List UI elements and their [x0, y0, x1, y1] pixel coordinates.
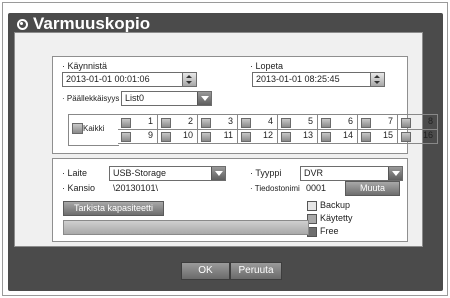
start-time-spinner[interactable] — [182, 73, 196, 86]
all-label: Kaikki — [83, 124, 105, 133]
end-time-value: 2013-01-01 08:25:45 — [256, 74, 340, 84]
channel-cell[interactable]: 16 — [398, 129, 438, 144]
channel-checkbox[interactable] — [361, 118, 371, 128]
channel-label: 9 — [147, 130, 153, 140]
channel-cell[interactable]: 3 — [198, 114, 238, 130]
channel-checkbox[interactable] — [201, 118, 211, 128]
channel-label: 5 — [307, 116, 313, 126]
channel-label: 16 — [422, 130, 433, 140]
channel-checkbox[interactable] — [161, 118, 171, 128]
channel-cell[interactable]: 9 — [118, 129, 158, 144]
type-label: · Tyyppi — [250, 168, 282, 178]
channel-label: 2 — [187, 116, 193, 126]
channel-label: 4 — [267, 116, 273, 126]
channel-cell[interactable]: 5 — [278, 114, 318, 130]
channel-cell[interactable]: 15 — [358, 129, 398, 144]
filename-label: · Tiedostonimi — [250, 184, 300, 193]
channel-label: 13 — [302, 130, 313, 140]
start-time-value: 2013-01-01 00:01:06 — [66, 74, 150, 84]
device-dropdown-arrow[interactable] — [211, 167, 225, 180]
backup-icon — [16, 18, 28, 30]
type-select[interactable]: DVR — [300, 166, 403, 181]
dialog-title: Varmuuskopio — [16, 14, 150, 34]
type-dropdown-arrow[interactable] — [388, 167, 402, 180]
channel-cell[interactable]: 13 — [278, 129, 318, 144]
channel-label: 14 — [342, 130, 353, 140]
channel-checkbox[interactable] — [121, 118, 131, 128]
start-label: · Käynnistä — [62, 61, 108, 71]
used-legend-label: Käytetty — [320, 213, 353, 223]
channel-cell[interactable]: 2 — [158, 114, 198, 130]
channel-label: 3 — [227, 116, 233, 126]
channel-label: 7 — [387, 116, 393, 126]
folder-value: \20130101\ — [113, 183, 159, 193]
overlap-label: · Päällekkäisyys — [62, 94, 120, 103]
channel-checkbox[interactable] — [281, 118, 291, 128]
free-legend-label: Free — [320, 226, 339, 236]
channel-checkbox[interactable] — [321, 118, 331, 128]
channel-cell[interactable]: 11 — [198, 129, 238, 144]
channel-checkbox[interactable] — [401, 132, 411, 142]
dialog-title-text: Varmuuskopio — [33, 14, 151, 33]
overlap-value: List0 — [125, 93, 145, 103]
channel-checkbox[interactable] — [281, 132, 291, 142]
channel-cell[interactable]: 7 — [358, 114, 398, 130]
channel-label: 15 — [382, 130, 393, 140]
channel-checkbox[interactable] — [401, 118, 411, 128]
device-label: · Laite — [62, 168, 88, 178]
channel-cell[interactable]: 10 — [158, 129, 198, 144]
channel-label: 1 — [147, 116, 153, 126]
end-time-field[interactable]: 2013-01-01 08:25:45 — [252, 72, 385, 87]
type-value: DVR — [304, 168, 324, 178]
overlap-dropdown-arrow[interactable] — [197, 92, 211, 105]
channel-label: 10 — [182, 130, 193, 140]
folder-label: · Kansio — [62, 183, 96, 193]
overlap-select[interactable]: List0 — [121, 91, 212, 106]
end-label: · Lopeta — [250, 61, 284, 71]
all-checkbox[interactable] — [72, 123, 83, 134]
channel-checkbox[interactable] — [201, 132, 211, 142]
device-select[interactable]: USB-Storage — [109, 166, 226, 181]
check-capacity-button[interactable]: Tarkista kapasiteetti — [63, 201, 164, 216]
channel-checkbox[interactable] — [121, 132, 131, 142]
channel-label: 6 — [347, 116, 353, 126]
change-button[interactable]: Muuta — [345, 181, 400, 196]
channel-checkbox[interactable] — [321, 132, 331, 142]
backup-legend-swatch — [307, 201, 317, 211]
channel-cell[interactable]: 8 — [398, 114, 438, 130]
ok-button[interactable]: OK — [181, 262, 230, 280]
channel-cell[interactable]: 4 — [238, 114, 278, 130]
start-time-field[interactable]: 2013-01-01 00:01:06 — [62, 72, 197, 87]
channel-checkbox[interactable] — [241, 118, 251, 128]
channel-label: 8 — [427, 116, 433, 126]
device-value: USB-Storage — [113, 168, 167, 178]
channel-label: 11 — [223, 130, 233, 140]
channel-checkbox[interactable] — [361, 132, 371, 142]
end-time-spinner[interactable] — [370, 73, 384, 86]
channel-checkbox[interactable] — [241, 132, 251, 142]
capacity-bar — [63, 220, 309, 235]
channel-grid: 1 2 3 4 5 6 7 8 9 10 11 12 13 14 15 16 — [118, 114, 438, 144]
channel-checkbox[interactable] — [161, 132, 171, 142]
cancel-button[interactable]: Peruuta — [230, 262, 282, 280]
channel-label: 12 — [262, 130, 273, 140]
channel-cell[interactable]: 6 — [318, 114, 358, 130]
filename-value: 0001 — [306, 183, 327, 193]
channel-cell[interactable]: 14 — [318, 129, 358, 144]
channel-cell[interactable]: 12 — [238, 129, 278, 144]
backup-legend-label: Backup — [320, 200, 351, 210]
channel-cell[interactable]: 1 — [118, 114, 158, 130]
